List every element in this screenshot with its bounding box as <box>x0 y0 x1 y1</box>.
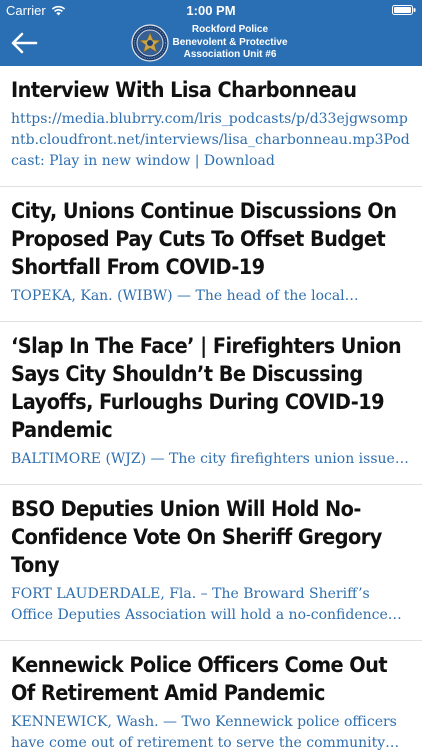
article-snippet: FORT LAUDERDALE, Fla. – The Broward Sher… <box>11 586 388 623</box>
article-item[interactable]: ‘Slap In The Face’ | Firefighters Union … <box>0 322 422 485</box>
article-title[interactable]: BSO Deputies Union Will Hold No-Confiden… <box>11 495 416 579</box>
nav-title: Rockford Police Benevolent & Protective … <box>172 24 288 60</box>
article-snippet: https://media.blubrry.com/lris_podcasts/… <box>11 111 410 169</box>
article-title[interactable]: City, Unions Continue Discussions On Pro… <box>11 197 416 281</box>
article-item[interactable]: Kennewick Police Officers Come Out Of Re… <box>0 641 422 750</box>
article-item[interactable]: Interview With Lisa Charbonneau https://… <box>0 66 422 187</box>
article-title[interactable]: Interview With Lisa Charbonneau <box>11 76 416 104</box>
article-item[interactable]: City, Unions Continue Discussions On Pro… <box>0 187 422 322</box>
article-title[interactable]: ‘Slap In The Face’ | Firefighters Union … <box>11 332 416 444</box>
article-snippet: KENNEWICK, Wash. — Two Kennewick police … <box>11 714 397 750</box>
back-arrow-icon[interactable] <box>8 30 40 56</box>
association-seal-logo <box>131 24 169 62</box>
status-time: 1:00 PM <box>186 3 236 18</box>
battery-icon <box>392 5 416 15</box>
status-bar: Carrier 1:00 PM <box>0 0 422 20</box>
article-snippet: TOPEKA, Kan. (WIBW) — The head of the lo… <box>11 288 345 304</box>
article-item[interactable]: BSO Deputies Union Will Hold No-Confiden… <box>0 485 422 641</box>
article-snippet: BALTIMORE (WJZ) — The city firefighters … <box>11 451 404 467</box>
article-feed: Interview With Lisa Charbonneau https://… <box>0 66 422 750</box>
article-title[interactable]: Kennewick Police Officers Come Out Of Re… <box>11 651 416 707</box>
nav-bar: Rockford Police Benevolent & Protective … <box>0 20 422 66</box>
